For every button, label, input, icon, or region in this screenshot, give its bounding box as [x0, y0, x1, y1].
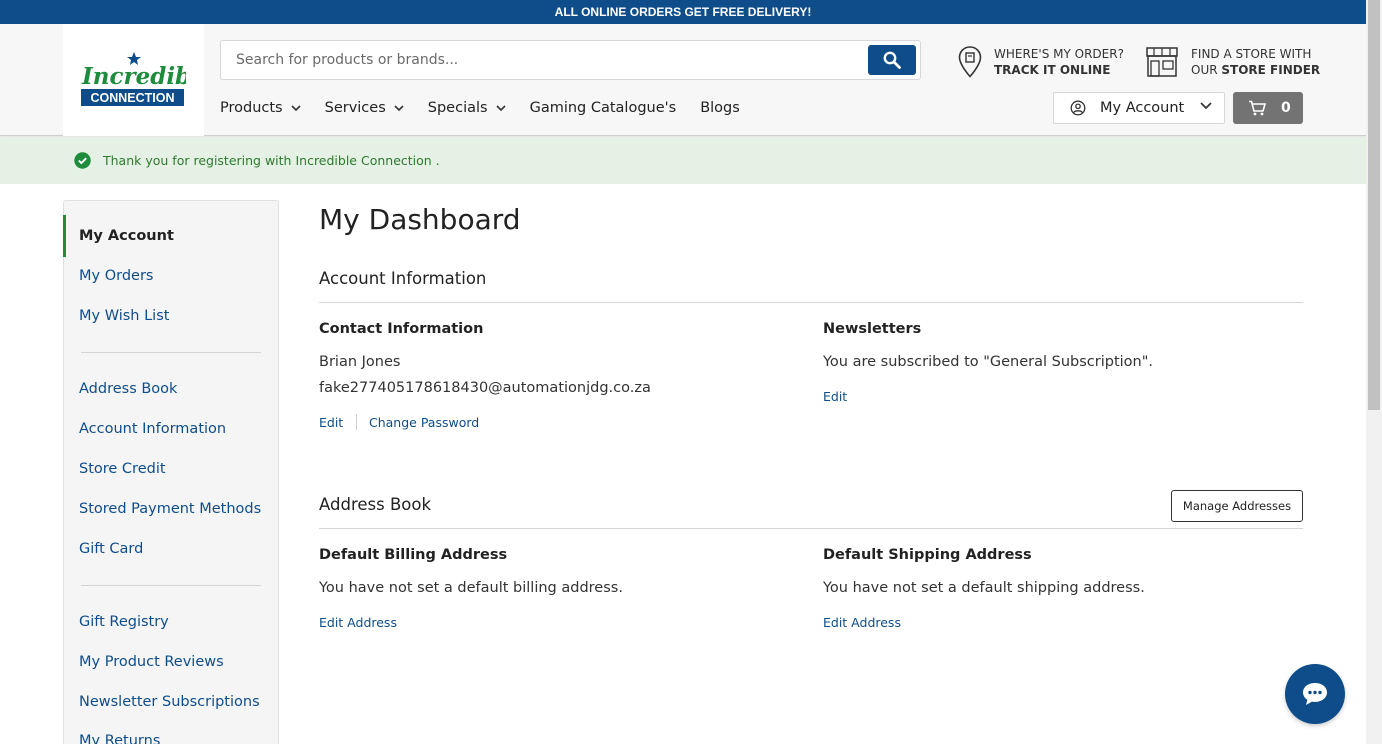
nav-products-label: Products	[220, 100, 283, 116]
nav-services-label: Services	[324, 100, 386, 116]
site-header: Incredible CONNECTION WHERE'S MY ORDER? …	[0, 24, 1366, 136]
shipping-address-title: Default Shipping Address	[823, 547, 1032, 563]
account-information-heading: Account Information	[319, 269, 487, 288]
sidebar-item-newsletter-subscriptions[interactable]: Newsletter Subscriptions	[79, 694, 260, 710]
customer-name: Brian Jones	[319, 354, 401, 370]
track-order-link[interactable]: WHERE'S MY ORDER? TRACK IT ONLINE	[958, 44, 1124, 80]
edit-newsletters-link[interactable]: Edit	[823, 389, 847, 404]
check-circle-icon	[74, 152, 91, 169]
logo[interactable]: Incredible CONNECTION	[63, 24, 204, 136]
promo-text: ALL ONLINE ORDERS GET FREE DELIVERY!	[554, 5, 812, 19]
chevron-down-icon	[394, 105, 404, 111]
my-account-dropdown[interactable]: My Account	[1053, 92, 1225, 124]
nav-specials[interactable]: Specials	[428, 100, 506, 116]
search-bar	[220, 40, 921, 80]
customer-email: fake277405178618430@automationjdg.co.za	[319, 380, 651, 396]
nav-gaming-label: Gaming Catalogue's	[529, 100, 677, 116]
store-icon	[1145, 46, 1179, 78]
edit-shipping-address-link[interactable]: Edit Address	[823, 615, 901, 630]
promo-banner: ALL ONLINE ORDERS GET FREE DELIVERY!	[0, 0, 1366, 24]
track-order-line2: TRACK IT ONLINE	[994, 63, 1111, 77]
newsletters-status: You are subscribed to "General Subscript…	[823, 354, 1154, 370]
logo-text-line2: CONNECTION	[90, 91, 174, 105]
section-divider	[319, 528, 1303, 529]
search-icon	[883, 51, 901, 69]
sidebar-item-product-reviews[interactable]: My Product Reviews	[79, 654, 224, 670]
billing-address-title: Default Billing Address	[319, 547, 508, 563]
sidebar-item-store-credit[interactable]: Store Credit	[79, 461, 166, 477]
page-title: My Dashboard	[319, 203, 521, 236]
sidebar-item-gift-card[interactable]: Gift Card	[79, 541, 143, 557]
track-order-line1: WHERE'S MY ORDER?	[994, 47, 1124, 61]
success-message-text: Thank you for registering with Incredibl…	[103, 153, 440, 168]
chevron-down-icon	[291, 105, 301, 111]
store-finder-link[interactable]: FIND A STORE WITH OUR STORE FINDER	[1145, 44, 1320, 80]
nav-services[interactable]: Services	[325, 100, 404, 116]
cart-button[interactable]: 0	[1233, 92, 1303, 124]
store-finder-line2-bold: STORE FINDER	[1221, 63, 1321, 77]
link-separator	[356, 414, 357, 430]
store-finder-line2-prefix: OUR	[1191, 63, 1222, 77]
account-sidebar: My Account My Orders My Wish List Addres…	[63, 200, 279, 744]
contact-information-title: Contact Information	[319, 321, 484, 337]
edit-billing-address-link[interactable]: Edit Address	[319, 615, 397, 630]
sidebar-item-gift-registry[interactable]: Gift Registry	[79, 614, 169, 630]
nav-gaming-catalogue[interactable]: Gaming Catalogue's	[530, 100, 677, 116]
my-account-label: My Account	[1100, 100, 1185, 116]
chat-bubble-icon	[1301, 681, 1329, 707]
section-divider	[319, 302, 1303, 303]
success-message: Thank you for registering with Incredibl…	[0, 137, 1366, 184]
shipping-address-text: You have not set a default shipping addr…	[823, 580, 1145, 596]
chevron-down-icon	[1200, 102, 1212, 110]
edit-contact-link[interactable]: Edit	[319, 415, 343, 430]
sidebar-item-account-information[interactable]: Account Information	[79, 421, 226, 437]
search-input[interactable]	[221, 41, 861, 79]
page-scrollbar[interactable]	[1366, 0, 1382, 744]
newsletters-title: Newsletters	[823, 321, 922, 337]
search-button[interactable]	[868, 45, 916, 75]
sidebar-divider	[81, 352, 261, 353]
chevron-down-icon	[496, 105, 506, 111]
sidebar-item-my-account[interactable]: My Account	[79, 228, 174, 244]
nav-blogs[interactable]: Blogs	[700, 100, 740, 116]
logo-image: Incredible CONNECTION	[81, 52, 186, 106]
manage-addresses-button[interactable]: Manage Addresses	[1171, 490, 1303, 522]
nav-specials-label: Specials	[427, 100, 488, 116]
store-finder-line1: FIND A STORE WITH	[1191, 47, 1312, 61]
sidebar-item-my-orders[interactable]: My Orders	[79, 268, 153, 284]
location-pin-icon	[958, 46, 982, 78]
active-indicator	[63, 215, 66, 257]
cart-count: 0	[1281, 100, 1291, 116]
scrollbar-thumb[interactable]	[1368, 0, 1380, 410]
address-book-heading: Address Book	[319, 495, 432, 514]
sidebar-item-stored-payment-methods[interactable]: Stored Payment Methods	[79, 501, 261, 517]
sidebar-item-address-book[interactable]: Address Book	[79, 381, 177, 397]
nav-products[interactable]: Products	[220, 100, 301, 116]
change-password-link[interactable]: Change Password	[369, 415, 479, 430]
chat-button[interactable]	[1285, 664, 1345, 724]
billing-address-text: You have not set a default billing addre…	[319, 580, 623, 596]
sidebar-item-wish-list[interactable]: My Wish List	[79, 308, 169, 324]
sidebar-divider	[81, 585, 261, 586]
user-circle-icon	[1070, 100, 1086, 116]
cart-icon	[1248, 100, 1266, 116]
nav-blogs-label: Blogs	[700, 100, 740, 116]
main-nav: Products Services Specials Gaming Catalo…	[220, 96, 764, 120]
logo-text-line1: Incredible	[81, 63, 186, 90]
sidebar-item-my-returns[interactable]: My Returns	[79, 733, 160, 744]
